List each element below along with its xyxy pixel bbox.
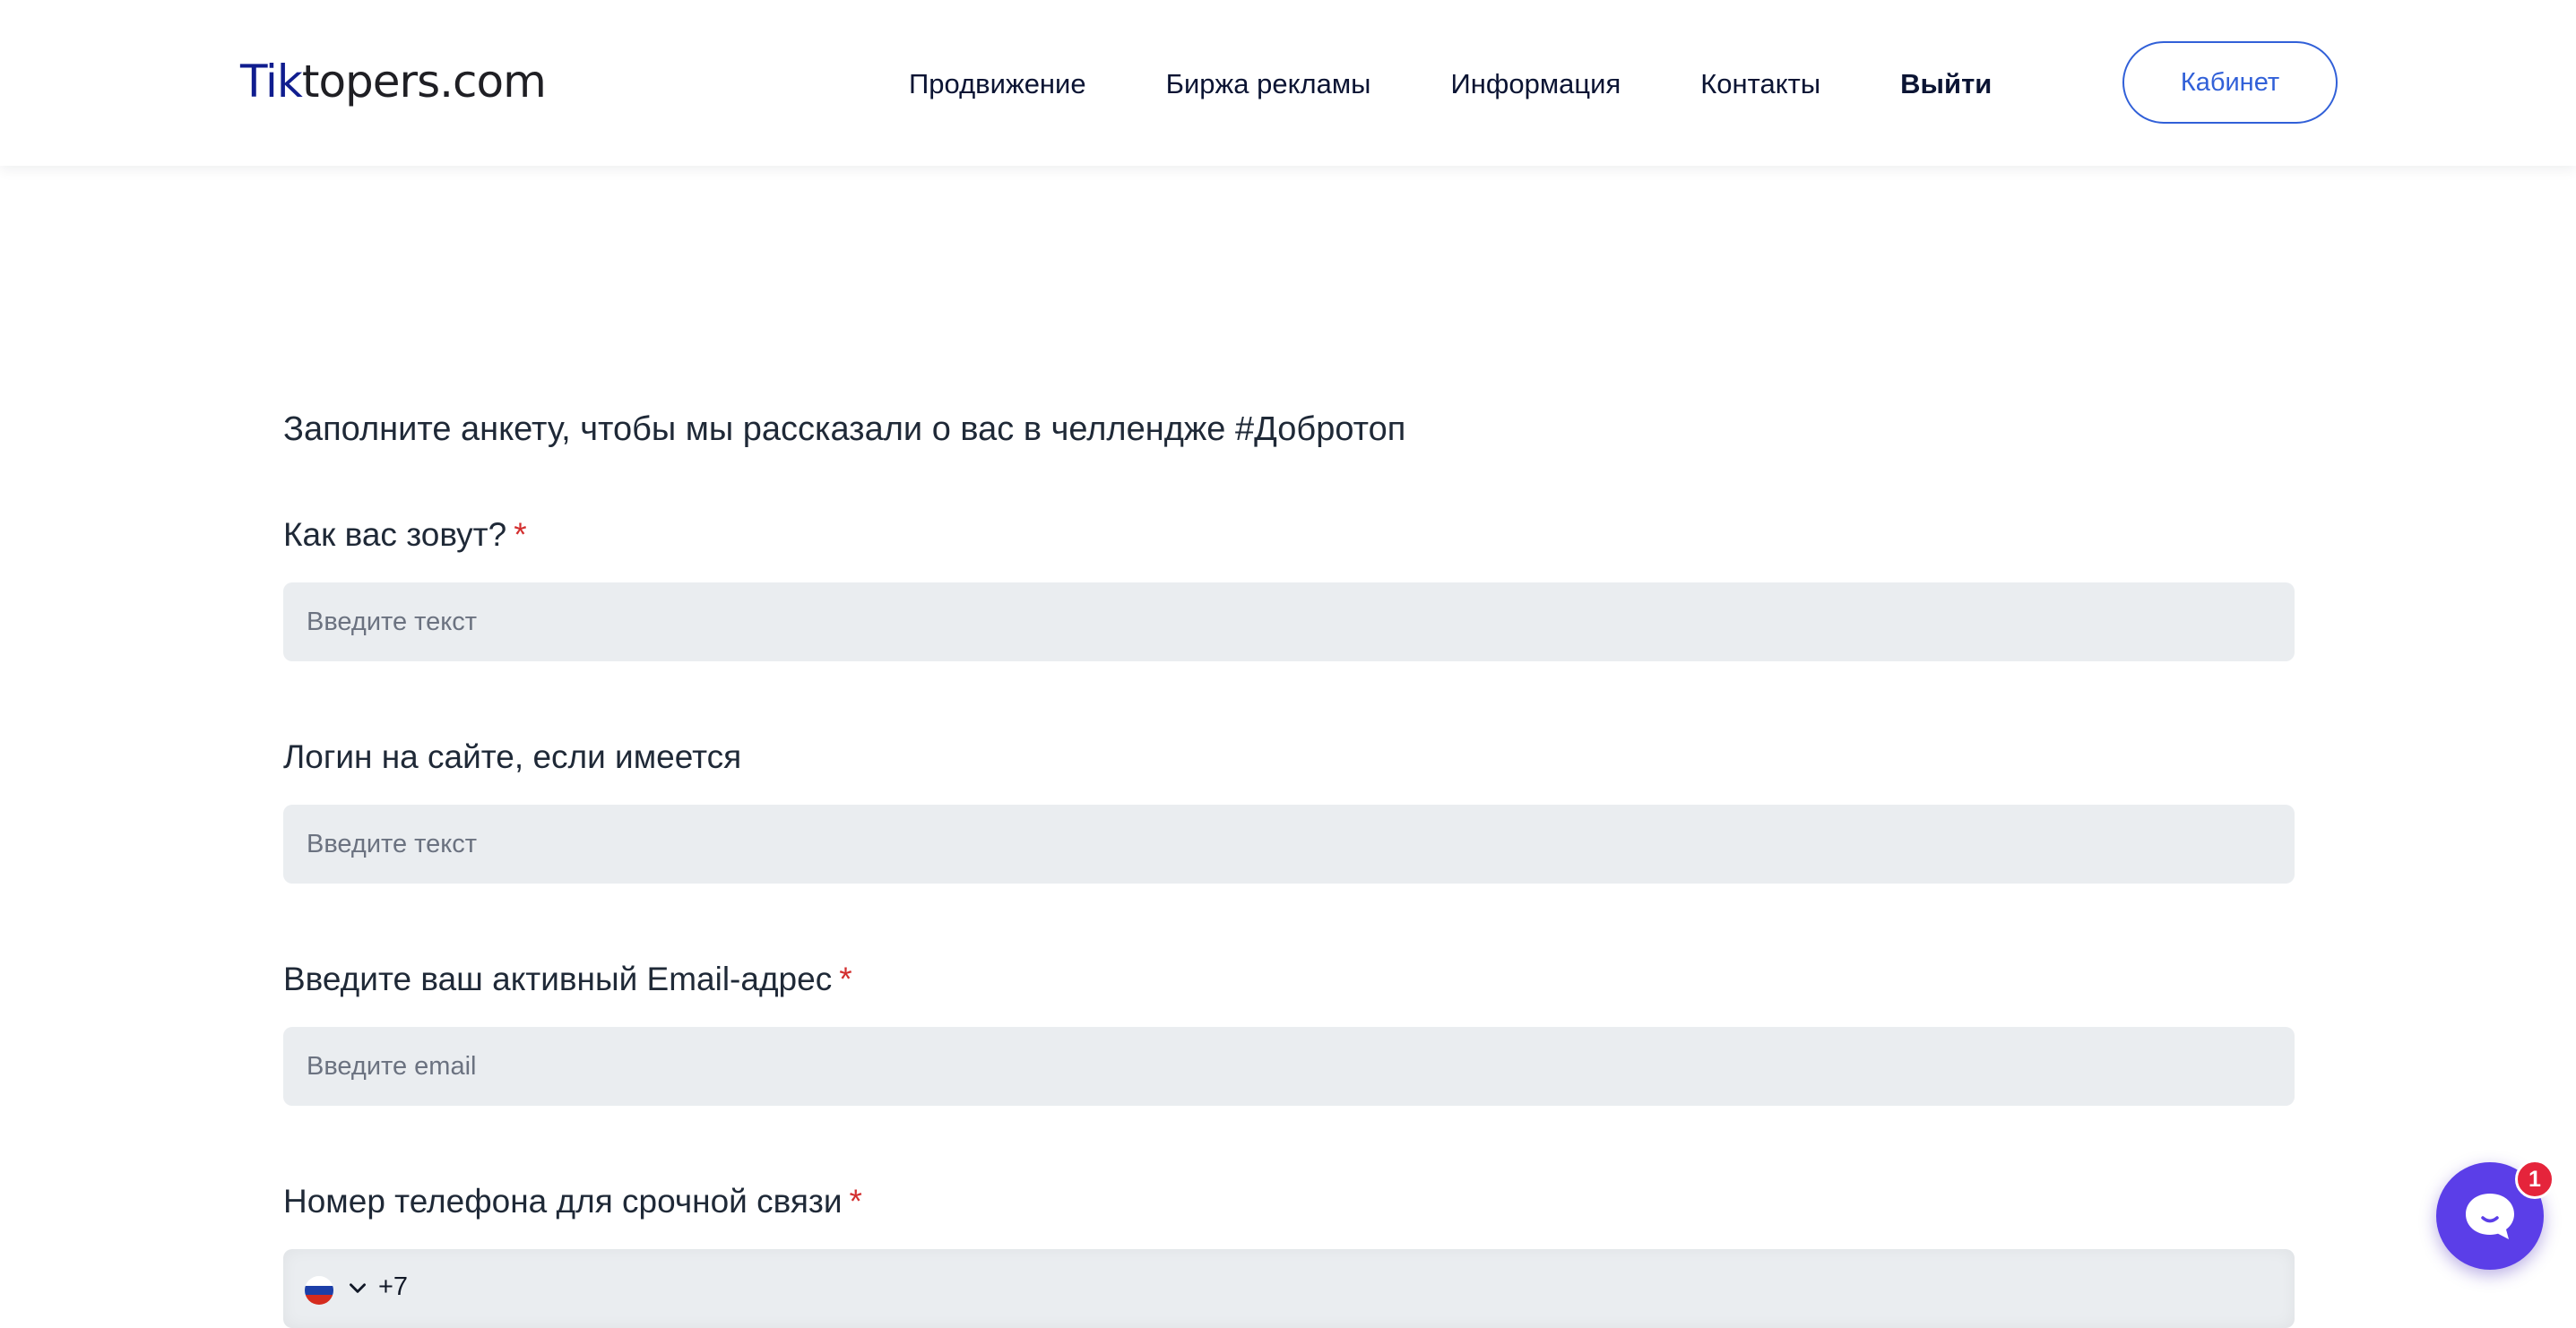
logo-accent-text: Tik xyxy=(240,56,303,108)
name-field-label: Как вас зовут? * xyxy=(283,516,527,554)
logo-rest-text: topers.com xyxy=(301,56,547,108)
login-input[interactable] xyxy=(283,805,2295,884)
required-marker: * xyxy=(839,961,852,997)
email-label-text: Введите ваш активный Email-адрес xyxy=(283,961,833,997)
name-input[interactable] xyxy=(283,582,2295,661)
nav-item-contacts[interactable]: Контакты xyxy=(1700,68,1820,100)
login-field-label: Логин на сайте, если имеется xyxy=(283,738,741,776)
email-field-label: Введите ваш активный Email-адрес * xyxy=(283,961,852,998)
chat-bubble-icon xyxy=(2466,1194,2514,1239)
russia-flag-icon[interactable] xyxy=(305,1276,333,1305)
name-label-text: Как вас зовут? xyxy=(283,516,507,553)
cabinet-button[interactable]: Кабинет xyxy=(2122,41,2338,124)
phone-country-code: +7 xyxy=(378,1272,409,1301)
main-nav: Продвижение Биржа рекламы Информация Кон… xyxy=(909,59,1992,109)
chevron-down-icon[interactable] xyxy=(346,1276,369,1299)
nav-item-promotion[interactable]: Продвижение xyxy=(909,68,1086,100)
email-input[interactable] xyxy=(283,1027,2295,1106)
phone-field: +7 xyxy=(283,1249,2295,1328)
form-intro-text: Заполните анкету, чтобы мы рассказали о … xyxy=(283,410,1406,448)
chat-notification-badge: 1 xyxy=(2515,1160,2554,1199)
required-marker: * xyxy=(849,1183,862,1220)
login-label-text: Логин на сайте, если имеется xyxy=(283,738,742,775)
phone-input[interactable] xyxy=(414,1249,2207,1328)
nav-item-logout[interactable]: Выйти xyxy=(1900,68,1992,100)
site-header: Tiktopers.com Продвижение Биржа рекламы … xyxy=(0,0,2576,166)
nav-item-ad-exchange[interactable]: Биржа рекламы xyxy=(1166,68,1371,100)
required-marker: * xyxy=(514,516,527,553)
phone-field-label: Номер телефона для срочной связи * xyxy=(283,1183,862,1220)
phone-label-text: Номер телефона для срочной связи xyxy=(283,1183,843,1220)
nav-item-information[interactable]: Информация xyxy=(1450,68,1621,100)
site-logo[interactable]: Tiktopers.com xyxy=(240,49,547,114)
